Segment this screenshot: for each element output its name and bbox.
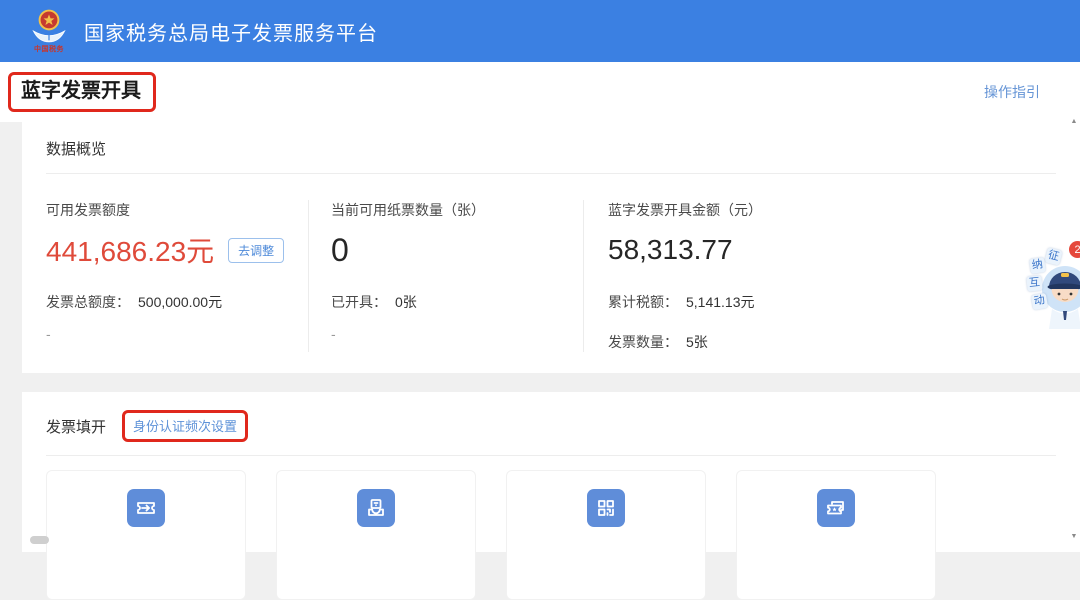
- horizontal-scrollbar-thumb[interactable]: [30, 536, 49, 544]
- issued-row: 已开具：0张: [331, 292, 583, 312]
- stat-label: 蓝字发票开具金额（元）: [608, 200, 1056, 220]
- tax-total-row: 累计税额：5,141.13元: [608, 292, 1056, 312]
- card-qrcode-invoice[interactable]: [506, 470, 706, 600]
- main-content: 数据概览 可用发票额度 441,686.23元 去调整 发票总额度：500,00…: [0, 122, 1080, 552]
- mascot-char-tag: 纳: [1029, 257, 1046, 274]
- ticket-arrow-icon: [127, 489, 165, 527]
- annotation-box-auth-link: 身份认证频次设置: [122, 410, 248, 442]
- platform-title: 国家税务总局电子发票服务平台: [84, 17, 378, 46]
- guide-link[interactable]: 操作指引: [984, 82, 1040, 102]
- annotation-box-title: 蓝字发票开具: [8, 72, 156, 112]
- invoice-count-row: 发票数量：5张: [608, 332, 1056, 352]
- vertical-scrollbar[interactable]: ▲ ▼: [1068, 118, 1080, 546]
- available-quota-value: 441,686.23元: [46, 230, 214, 270]
- section-divider: [46, 455, 1056, 456]
- fill-section-title: 发票填开: [46, 416, 106, 437]
- blue-invoice-amount: 58,313.77: [608, 234, 733, 266]
- mascot-char-tag: 互: [1026, 275, 1042, 291]
- qrcode-icon: [587, 489, 625, 527]
- data-overview-panel: 数据概览 可用发票额度 441,686.23元 去调整 发票总额度：500,00…: [22, 122, 1080, 373]
- paper-invoice-count: 0: [331, 232, 349, 269]
- invoice-printer-icon: [357, 489, 395, 527]
- card-paper-invoice[interactable]: [276, 470, 476, 600]
- dash-row: -: [331, 326, 583, 342]
- stat-label: 当前可用纸票数量（张）: [331, 200, 583, 220]
- app-header: 中国税务 国家税务总局电子发票服务平台: [0, 0, 1080, 62]
- scroll-down-arrow[interactable]: ▼: [1068, 533, 1080, 540]
- card-blue-invoice[interactable]: [46, 470, 246, 600]
- stat-available-quota: 可用发票额度 441,686.23元 去调整 发票总额度：500,000.00元…: [46, 200, 308, 352]
- tax-emblem-logo: 中国税务: [26, 9, 72, 53]
- auth-frequency-link[interactable]: 身份认证频次设置: [133, 416, 237, 435]
- logo-caption: 中国税务: [34, 46, 64, 53]
- page-title-bar: 蓝字发票开具 操作指引: [0, 62, 1080, 122]
- national-emblem-icon: [30, 9, 68, 45]
- stat-blue-invoice-amount: 蓝字发票开具金额（元） 58,313.77 累计税额：5,141.13元 发票数…: [584, 200, 1056, 352]
- invoice-stack-icon: [817, 489, 855, 527]
- invoice-type-cards: [46, 470, 1056, 600]
- stat-label: 可用发票额度: [46, 200, 308, 220]
- notification-badge: 2: [1069, 241, 1080, 258]
- scroll-up-arrow[interactable]: ▲: [1068, 118, 1080, 125]
- dash-row: -: [46, 326, 308, 342]
- mascot-char-tag: 动: [1031, 293, 1048, 310]
- card-invoice-stack[interactable]: [736, 470, 936, 600]
- overview-section-title: 数据概览: [46, 138, 1056, 159]
- invoice-fill-panel: 发票填开 身份认证频次设置: [22, 392, 1080, 552]
- total-quota-row: 发票总额度：500,000.00元: [46, 292, 308, 312]
- adjust-quota-button[interactable]: 去调整: [228, 238, 284, 263]
- page-title: 蓝字发票开具: [21, 79, 141, 103]
- stats-row: 可用发票额度 441,686.23元 去调整 发票总额度：500,000.00元…: [46, 174, 1056, 352]
- stat-paper-invoices: 当前可用纸票数量（张） 0 已开具：0张 -: [309, 200, 583, 352]
